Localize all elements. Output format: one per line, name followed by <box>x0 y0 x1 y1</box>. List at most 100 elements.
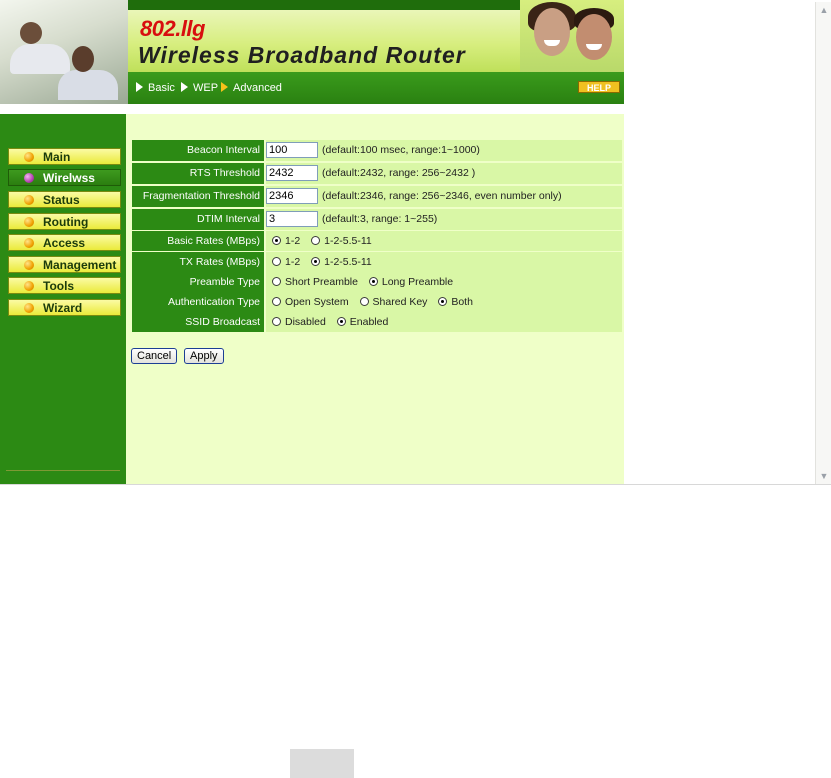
brand-title: Wireless Broadband Router <box>138 42 466 68</box>
triangle-right-icon <box>181 82 188 92</box>
sidebar-item-label: Management <box>43 258 117 272</box>
sidebar-item-label: Routing <box>43 215 89 229</box>
basic-rates-cell: 1-2 1-2-5.5-11 <box>266 231 622 251</box>
vertical-scrollbar[interactable]: ▲ ▼ <box>815 2 831 484</box>
sidebar-item-tools[interactable]: Tools <box>8 277 121 294</box>
basic-rates-option-label: 1-2 <box>285 235 301 247</box>
advanced-settings-panel: Beacon Interval (default:100 msec, range… <box>126 104 624 484</box>
triangle-right-icon <box>136 82 143 92</box>
preamble-option-label: Short Preamble <box>285 276 358 288</box>
ssid-broadcast-label: SSID Broadcast <box>132 312 264 332</box>
row-preamble-type: Preamble Type Short Preamble Long Preamb… <box>132 272 622 292</box>
grey-placeholder-block <box>290 749 354 778</box>
row-rts-threshold: RTS Threshold (default:2432, range: 256~… <box>132 163 622 184</box>
basic-rates-label: Basic Rates (MBps) <box>132 231 264 251</box>
help-button[interactable]: HELP <box>578 81 620 93</box>
basic-rates-radio-2[interactable] <box>311 236 321 245</box>
tx-rates-label: TX Rates (MBps) <box>132 252 264 272</box>
beacon-interval-hint: (default:100 msec, range:1~1000) <box>322 144 480 156</box>
sidebar-divider <box>6 470 120 471</box>
basic-rates-options: 1-2 1-2-5.5-11 <box>272 231 380 251</box>
orb-icon <box>24 260 34 270</box>
breadcrumb-wep[interactable]: WEP <box>181 82 218 94</box>
dtim-interval-cell: (default:3, range: 1~255) <box>266 209 622 230</box>
breadcrumb-basic[interactable]: Basic <box>136 82 175 94</box>
sidebar-item-wizard[interactable]: Wizard <box>8 299 121 316</box>
breadcrumb-advanced[interactable]: Advanced <box>221 82 282 94</box>
header-photo-left <box>0 0 128 104</box>
ssid-disabled-radio[interactable] <box>272 317 281 326</box>
ssid-enabled-radio[interactable] <box>336 317 346 326</box>
breadcrumb-label: WEP <box>193 82 219 94</box>
photo-figure <box>58 70 118 100</box>
sidebar-item-wireless[interactable]: Wirelwss <box>8 169 121 186</box>
basic-rates-radio-1[interactable] <box>272 236 281 245</box>
sidebar-item-label: Wirelwss <box>43 171 95 185</box>
preamble-type-cell: Short Preamble Long Preamble <box>266 272 622 292</box>
beacon-interval-label: Beacon Interval <box>132 140 264 161</box>
rts-threshold-hint: (default:2432, range: 256~2432 ) <box>322 167 476 179</box>
auth-option-label: Shared Key <box>372 296 428 308</box>
sidebar-item-label: Wizard <box>43 301 83 315</box>
content-top-strip <box>126 104 624 114</box>
row-beacon-interval: Beacon Interval (default:100 msec, range… <box>132 140 622 161</box>
sidebar-item-access[interactable]: Access <box>8 234 121 251</box>
tx-rates-radio-2[interactable] <box>311 257 321 266</box>
sidebar-item-management[interactable]: Management <box>8 256 121 273</box>
rts-threshold-cell: (default:2432, range: 256~2432 ) <box>266 163 622 184</box>
chevron-down-icon[interactable]: ▼ <box>817 469 831 483</box>
auth-both-radio[interactable] <box>438 297 448 306</box>
sidebar-item-main[interactable]: Main <box>8 148 121 165</box>
fragmentation-threshold-hint: (default:2346, range: 256~2346, even num… <box>322 190 562 202</box>
sidebar-item-label: Access <box>43 236 86 250</box>
dtim-interval-input[interactable] <box>266 211 318 227</box>
row-ssid-broadcast: SSID Broadcast Disabled Enabled <box>132 312 622 332</box>
beacon-interval-cell: (default:100 msec, range:1~1000) <box>266 140 622 161</box>
preamble-long-radio[interactable] <box>368 277 378 286</box>
dtim-interval-label: DTIM Interval <box>132 209 264 230</box>
ssid-option-label: Disabled <box>285 316 326 328</box>
apply-button[interactable]: Apply <box>184 348 224 364</box>
row-authentication-type: Authentication Type Open System Shared K… <box>132 292 622 312</box>
beacon-interval-input[interactable] <box>266 142 318 158</box>
sidebar-item-label: Tools <box>43 279 75 293</box>
sidebar-item-status[interactable]: Status <box>8 191 121 208</box>
orb-icon <box>24 281 34 291</box>
tx-rates-options: 1-2 1-2-5.5-11 <box>272 252 380 272</box>
sidebar-item-label: Main <box>43 150 71 164</box>
row-tx-rates: TX Rates (MBps) 1-2 1-2-5.5-11 <box>132 252 622 272</box>
row-dtim-interval: DTIM Interval (default:3, range: 1~255) <box>132 209 622 230</box>
authentication-type-cell: Open System Shared Key Both <box>266 292 622 312</box>
rts-threshold-input[interactable] <box>266 165 318 181</box>
tx-rates-radio-1[interactable] <box>272 257 281 266</box>
orb-icon <box>24 195 34 205</box>
preamble-type-options: Short Preamble Long Preamble <box>272 272 461 292</box>
ssid-option-label: Enabled <box>349 316 389 328</box>
photo-face <box>534 8 570 56</box>
ssid-broadcast-options: Disabled Enabled <box>272 312 396 332</box>
auth-open-system-radio[interactable] <box>272 297 281 306</box>
triangle-right-icon <box>221 82 228 92</box>
sidebar-item-routing[interactable]: Routing <box>8 213 121 230</box>
sidebar: Main Wirelwss Status Routing Access Mana… <box>0 104 126 484</box>
preamble-short-radio[interactable] <box>272 277 281 286</box>
auth-shared-key-radio[interactable] <box>359 297 369 306</box>
tx-rates-option-label: 1-2 <box>285 256 301 268</box>
photo-figure <box>10 44 70 74</box>
photo-figure-head <box>72 46 94 72</box>
basic-rates-option-label: 1-2-5.5-11 <box>324 235 372 247</box>
sidebar-item-label: Status <box>43 193 80 207</box>
chevron-up-icon[interactable]: ▲ <box>817 3 831 17</box>
orb-icon <box>24 152 34 162</box>
cancel-button[interactable]: Cancel <box>131 348 178 364</box>
photo-figure-head <box>20 22 42 44</box>
orb-icon <box>24 173 34 183</box>
authentication-type-label: Authentication Type <box>132 292 264 312</box>
photo-face <box>576 14 612 60</box>
rts-threshold-label: RTS Threshold <box>132 163 264 184</box>
router-header: 802.llg Wireless Broadband Router Basic … <box>0 0 624 104</box>
fragmentation-threshold-cell: (default:2346, range: 256~2346, even num… <box>266 186 622 207</box>
header-photo-right <box>520 0 624 72</box>
fragmentation-threshold-input[interactable] <box>266 188 318 204</box>
auth-option-label: Both <box>451 296 473 308</box>
